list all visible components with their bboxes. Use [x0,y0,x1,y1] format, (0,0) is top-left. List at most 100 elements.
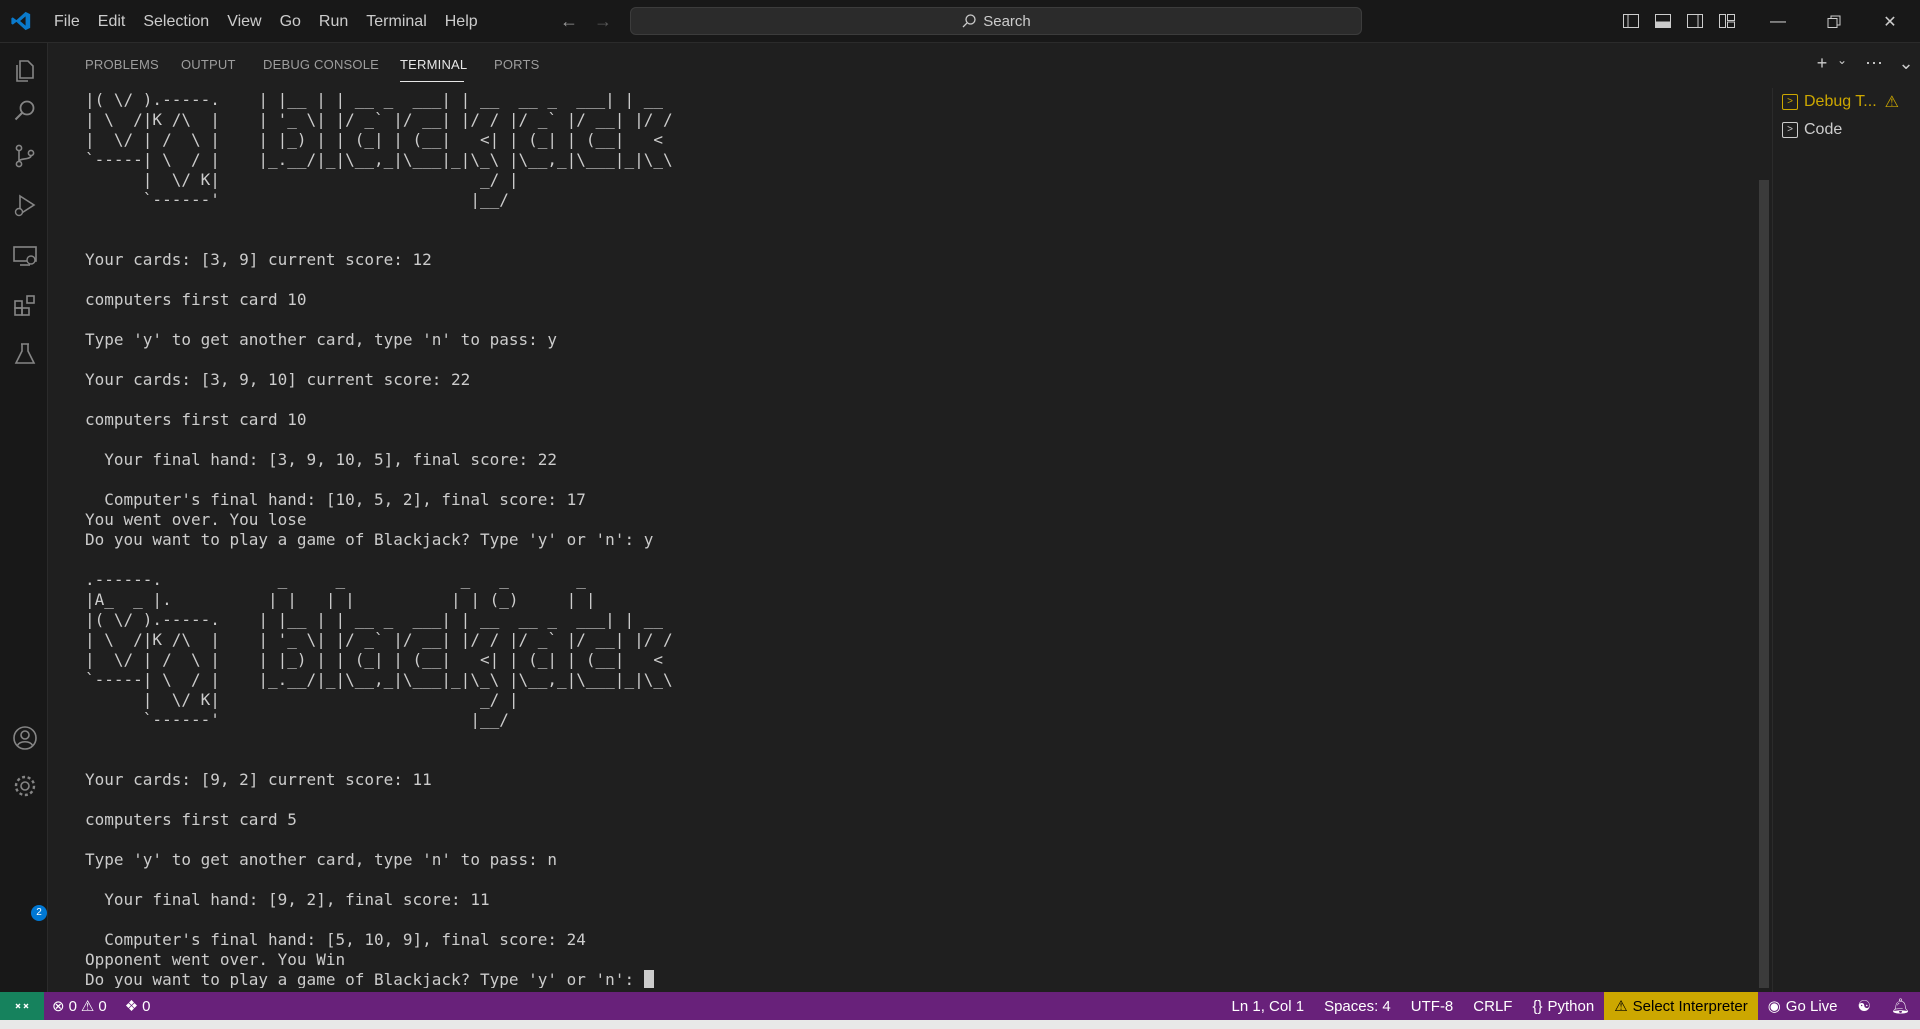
terminal-line: Your cards: [3, 9] current score: 12 [85,250,432,269]
terminal-output[interactable]: |( \/ ).-----. | |__ | | __ _ ___| | __ … [85,90,1755,988]
terminal-line: Your cards: [9, 2] current score: 11 [85,770,432,789]
menu-run[interactable]: Run [310,13,357,31]
end-of-line[interactable]: CRLF [1463,992,1522,1020]
terminal-line: Opponent went over. You Win [85,950,346,969]
collapse-panel-chevron-icon[interactable]: ⌄ [1897,53,1915,74]
status-bar: ⊗ 0 ⚠ 0 ❖ 0 Ln 1, Col 1 Spaces: 4 UTF-8 … [0,992,1920,1020]
menu-terminal[interactable]: Terminal [357,13,435,31]
tab-terminal[interactable]: TERMINAL [400,57,467,72]
terminal-dropdown-chevron-icon[interactable]: ⌄ [1833,53,1851,74]
tab-problems[interactable]: PROBLEMS [85,57,159,72]
terminal-line: |A_ _ |. | | | | | | (_) | | [85,590,596,609]
testing-icon[interactable] [12,341,38,367]
terminal-line: computers first card 10 [85,410,307,429]
more-actions-icon[interactable]: ⋯ [1865,53,1883,74]
terminal-line: | \/ | / \ | | |_) | | (_| | (__| <| | (… [85,650,673,669]
run-debug-icon[interactable] [12,193,38,219]
terminal-item-label: Code [1804,121,1843,138]
terminal-line: `------' |__/ [85,710,673,729]
cursor-position[interactable]: Ln 1, Col 1 [1222,992,1315,1020]
new-terminal-plus-icon[interactable]: + [1813,53,1831,74]
encoding[interactable]: UTF-8 [1401,992,1464,1020]
vscode-logo-icon [11,11,31,31]
terminal-line: |( \/ ).-----. | |__ | | __ _ ___| | __ … [85,90,663,109]
warning-count: 0 [98,997,107,1015]
ports-status[interactable]: ❖ 0 [124,997,151,1016]
problems-status[interactable]: ⊗ 0 ⚠ 0 [52,997,107,1016]
go-live-label: Go Live [1785,997,1838,1015]
copilot-icon[interactable]: ☯ [1848,992,1881,1020]
source-control-icon[interactable] [12,143,38,169]
search-label: Search [983,12,1031,30]
command-center-search[interactable]: Search [630,7,1362,35]
language-mode[interactable]: {} Python [1522,992,1604,1020]
tab-debug-console[interactable]: DEBUG CONSOLE [263,57,379,72]
menu-selection[interactable]: Selection [134,13,218,31]
menu-view[interactable]: View [218,13,270,31]
menu-help[interactable]: Help [436,13,487,31]
terminal-line: | \/ K| _/ | [85,170,673,189]
terminal-line: You went over. You lose [85,510,307,529]
search-icon[interactable] [12,98,38,124]
terminal-line: Do you want to play a game of Blackjack?… [85,530,654,549]
terminal-icon: > [1782,122,1798,138]
active-tab-indicator [400,81,464,82]
terminal-item-debug[interactable]: > Debug T... ⚠ [1782,88,1920,116]
terminal-scrollbar[interactable] [1759,180,1769,988]
terminal-line: `-----| \ / | |_.__/|_|\__,_|\___|_|\_\ … [85,670,673,689]
terminal-item-code[interactable]: > Code [1782,116,1920,144]
remote-indicator[interactable] [0,992,44,1020]
tab-ports[interactable]: PORTS [494,57,540,72]
notifications-bell-icon[interactable]: 🔔︎ [1881,992,1920,1020]
menu-bar: File Edit Selection View Go Run Terminal… [45,0,487,43]
ports-count: 0 [142,997,151,1015]
close-window-icon[interactable]: ✕ [1862,0,1918,43]
accounts-badge: 2 [31,905,47,921]
terminal-line: | \ /|K /\ | | '_ \| |/ _` |/ __| |/ / |… [85,110,673,129]
go-live-button[interactable]: ◉ Go Live [1758,992,1848,1020]
menu-file[interactable]: File [45,13,89,31]
toggle-secondary-sidebar-icon[interactable] [1686,12,1704,30]
back-arrow-icon[interactable]: ← [560,11,578,31]
terminal-cursor [643,970,654,988]
remote-explorer-icon[interactable] [12,243,38,269]
panel-tab-bar: PROBLEMS OUTPUT DEBUG CONSOLE TERMINAL P… [48,43,1920,88]
terminal-line: `-----| \ / | |_.__/|_|\__,_|\___|_|\_\ … [85,150,673,169]
forward-arrow-icon[interactable]: → [594,11,612,31]
terminal-line: Type 'y' to get another card, type 'n' t… [85,850,558,869]
accounts-icon[interactable] [12,725,38,751]
broadcast-icon: ◉ [1767,998,1781,1015]
broadcast-icon: ❖ [124,998,139,1015]
terminal-line: `------' |__/ [85,190,673,209]
terminal-line: computers first card 10 [85,290,307,309]
panel-divider[interactable] [1772,88,1773,993]
indentation[interactable]: Spaces: 4 [1314,992,1401,1020]
interpreter-label: Select Interpreter [1632,997,1748,1015]
menu-edit[interactable]: Edit [89,13,135,31]
toggle-primary-sidebar-icon[interactable] [1622,12,1640,30]
warning-icon: ⚠ [80,998,95,1015]
error-icon: ⊗ [52,998,65,1015]
minimize-icon[interactable]: — [1750,0,1806,43]
select-interpreter-button[interactable]: ⚠ Select Interpreter [1604,992,1758,1020]
terminal-prompt-line[interactable]: Do you want to play a game of Blackjack?… [85,970,1755,988]
terminal-text: |( \/ ).-----. | |__ | | __ _ ___| | __ … [85,90,1755,988]
restore-icon[interactable] [1806,0,1862,43]
settings-gear-icon[interactable] [12,773,38,799]
customize-layout-icon[interactable] [1718,12,1736,30]
language-label: Python [1547,997,1595,1015]
menu-go[interactable]: Go [271,13,310,31]
tab-output[interactable]: OUTPUT [181,57,236,72]
toggle-panel-icon[interactable] [1654,12,1672,30]
explorer-icon[interactable] [12,58,38,84]
extensions-icon[interactable] [12,293,38,319]
